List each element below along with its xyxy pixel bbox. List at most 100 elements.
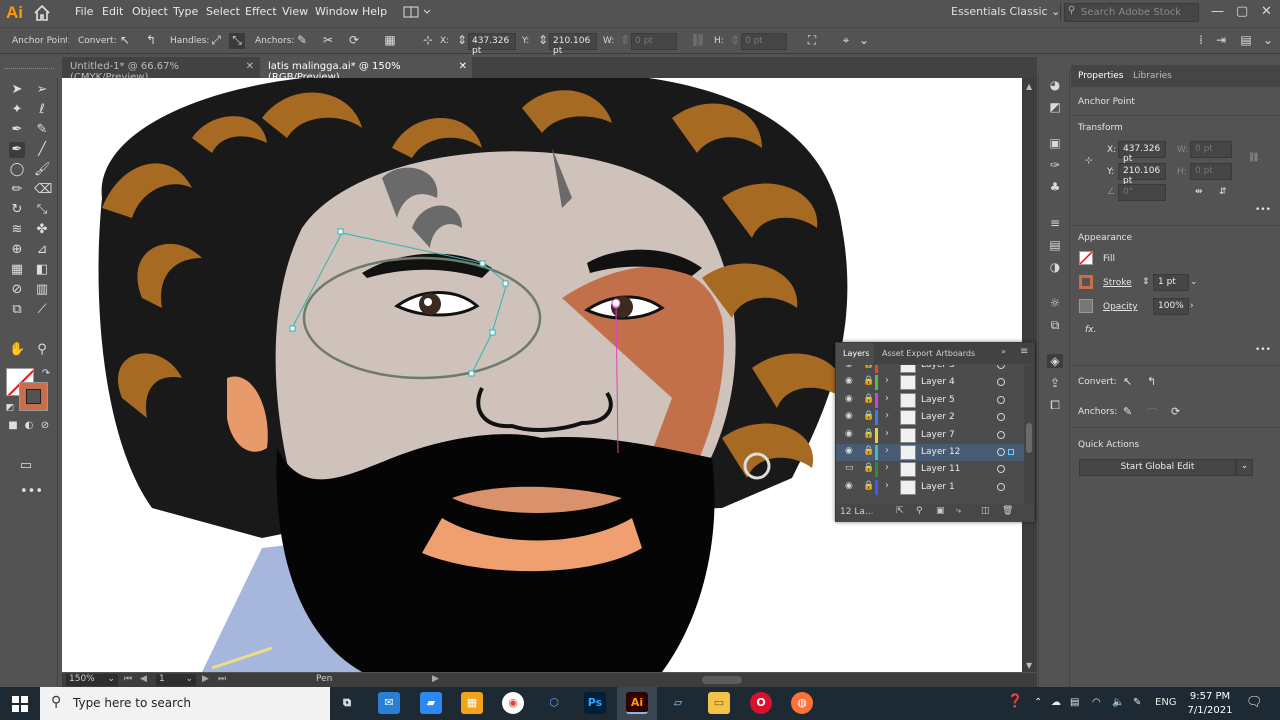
export-icon[interactable]: ⇱ <box>896 506 904 516</box>
locate-object-icon[interactable]: ⚲ <box>916 506 923 516</box>
h-field[interactable]: 0 pt <box>1190 163 1232 180</box>
layer-row[interactable]: ◉ 🔒 › Layer 7 <box>836 427 1024 444</box>
scale-tool-icon[interactable]: ⤡ <box>34 202 50 218</box>
target-circle-icon[interactable] <box>997 378 1005 387</box>
photoshop-icon[interactable]: Ps <box>584 692 606 714</box>
menu-type[interactable]: Type <box>173 5 198 18</box>
remove-anchor-icon[interactable]: ✎ <box>294 33 310 49</box>
help-icon[interactable]: ❓ <box>1007 694 1023 709</box>
color-wheel-icon[interactable]: ◕ <box>1047 78 1063 92</box>
cloud-icon[interactable]: ☁ <box>1051 697 1061 708</box>
office-icon[interactable]: ▦ <box>461 692 483 714</box>
convert-smooth-icon[interactable]: ↰ <box>1147 375 1156 388</box>
selection-tool-icon[interactable]: ➤ <box>9 82 25 98</box>
stroke-stepper-icon[interactable]: ⇕ <box>1142 277 1150 287</box>
status-menu-icon[interactable]: ▶ <box>432 674 439 684</box>
transform-icon[interactable]: ⛶ <box>804 33 820 49</box>
perspective-grid-icon[interactable]: ⊿ <box>34 242 50 258</box>
menu-file[interactable]: File <box>75 5 93 18</box>
convert-corner-icon[interactable]: ↖ <box>117 33 133 49</box>
chevron-down-icon[interactable]: ⌄ <box>1236 459 1253 476</box>
firefox-icon[interactable]: ◍ <box>791 692 813 714</box>
swap-fill-stroke-icon[interactable]: ↷ <box>38 366 54 382</box>
brushes-icon[interactable]: ✑ <box>1047 158 1063 172</box>
layer-row[interactable]: ◉ 🔒 › Layer 4 <box>836 374 1024 391</box>
zoom-tool-icon[interactable]: ⚲ <box>34 342 50 358</box>
transparency-icon[interactable]: ◑ <box>1047 260 1063 274</box>
volume-icon[interactable]: 🔈 <box>1112 697 1124 708</box>
w-field[interactable]: 0 pt <box>631 33 677 50</box>
eraser-tool-icon[interactable]: ⌫ <box>34 182 52 198</box>
cut-path-icon[interactable]: ⌒ <box>1147 405 1158 421</box>
connect-anchors-icon[interactable]: ⟳ <box>1171 405 1180 418</box>
taskbar-search[interactable]: ⚲ Type here to search <box>40 687 330 720</box>
lock-icon[interactable]: 🔒 <box>863 394 874 404</box>
notifications-icon[interactable]: 🗨 <box>1246 695 1263 710</box>
lock-icon[interactable]: 🔒 <box>863 429 874 439</box>
graphic-styles-icon[interactable]: ▣ <box>1047 136 1063 150</box>
remove-anchor-icon[interactable]: ✎ <box>1123 405 1132 418</box>
menu-object[interactable]: Object <box>132 5 168 18</box>
visibility-eye-icon[interactable]: ◉ <box>845 365 853 369</box>
hand-tool-icon[interactable]: ✋ <box>9 342 25 358</box>
chevron-down-icon[interactable]: ⌄ <box>1260 33 1276 49</box>
constrain-icon[interactable]: ⛓ <box>1248 153 1259 163</box>
layer-row[interactable]: ◉ 🔒 › Layer 12 <box>836 444 1024 461</box>
lock-icon[interactable]: 🔒 <box>863 463 874 473</box>
hide-handles-icon[interactable]: ⤡ <box>229 33 245 49</box>
angle-field[interactable]: 0° <box>1118 184 1166 201</box>
new-sublayer-icon[interactable]: ⤷ <box>956 506 961 516</box>
target-circle-icon[interactable] <box>997 430 1005 439</box>
gradient-panel-icon[interactable]: ▤ <box>1047 238 1063 252</box>
graph-tool-icon[interactable]: ▥ <box>34 282 50 298</box>
file-explorer-icon[interactable]: ▭ <box>708 692 730 714</box>
panel-menu-icon[interactable]: ▤ <box>1238 33 1254 49</box>
pen-tray-icon[interactable]: ✎ <box>1133 697 1141 708</box>
asset-export-icon[interactable]: ⇪ <box>1047 376 1063 390</box>
opera-icon[interactable]: O <box>750 692 772 714</box>
eyedropper-icon[interactable]: ⊘ <box>9 282 25 298</box>
stroke-label[interactable]: Stroke <box>1103 278 1132 288</box>
fx-button[interactable]: fx. <box>1085 325 1096 335</box>
network-icon[interactable]: ▤ <box>1070 697 1079 708</box>
visibility-eye-icon[interactable]: ▭ <box>845 463 854 473</box>
first-artboard-icon[interactable]: ⏮ <box>124 674 132 684</box>
none-mode-icon[interactable]: ⊘ <box>37 418 53 434</box>
isolate-icon[interactable]: ⌖ <box>838 33 854 49</box>
pen-tool-icon[interactable]: ✒ <box>9 142 25 158</box>
next-artboard-icon[interactable]: ▶ <box>202 674 209 684</box>
target-circle-icon[interactable] <box>997 413 1005 422</box>
tray-chevron-icon[interactable]: ⌃ <box>1034 697 1042 708</box>
clipping-mask-icon[interactable]: ▣ <box>936 506 945 516</box>
new-layer-icon[interactable]: ◫ <box>981 506 990 516</box>
tab-artboards[interactable]: Artboards <box>936 349 975 358</box>
close-icon[interactable]: ✕ <box>459 61 467 72</box>
default-colors-icon[interactable]: ◩ <box>2 400 18 416</box>
panel-grip[interactable] <box>4 68 54 71</box>
line-tool-icon[interactable]: ╱ <box>34 142 50 158</box>
layers-panel-icon[interactable]: ◈ <box>1047 354 1063 368</box>
wifi-icon[interactable]: ◠ <box>1092 697 1101 708</box>
last-artboard-icon[interactable]: ⏭ <box>218 674 226 684</box>
menu-window[interactable]: Window <box>315 5 358 18</box>
appearance-panel-icon[interactable]: ☼ <box>1047 296 1063 310</box>
language-indicator[interactable]: ENG <box>1155 697 1177 708</box>
task-view-icon[interactable]: ⧉ <box>336 692 358 714</box>
curvature-tool-icon[interactable]: ✒ <box>9 122 25 138</box>
artboards-panel-icon[interactable]: ⧠ <box>1047 398 1063 412</box>
x-field[interactable]: 437.326 pt <box>1118 141 1166 164</box>
visibility-eye-icon[interactable]: ◉ <box>845 376 853 386</box>
opacity-field[interactable]: 100% <box>1153 298 1189 315</box>
h-field[interactable]: 0 pt <box>741 33 787 50</box>
lock-icon[interactable]: 🔒 <box>863 376 874 386</box>
layers-scrollbar[interactable] <box>1024 365 1034 504</box>
tab-latis-malingga[interactable]: latis malingga.ai* @ 150% (RGB/Preview) … <box>260 57 472 83</box>
expand-chevron-icon[interactable]: › <box>885 393 889 404</box>
arrange-documents-icon[interactable] <box>403 5 433 19</box>
target-circle-icon[interactable] <box>997 482 1005 491</box>
shape-builder-icon[interactable]: ⊕ <box>9 242 25 258</box>
expand-chevron-icon[interactable]: › <box>885 365 889 369</box>
blob-brush-icon[interactable]: ✎ <box>34 122 50 138</box>
shaper-tool-icon[interactable]: ✏ <box>9 182 25 198</box>
stroke-weight-field[interactable]: 1 pt <box>1153 274 1189 291</box>
